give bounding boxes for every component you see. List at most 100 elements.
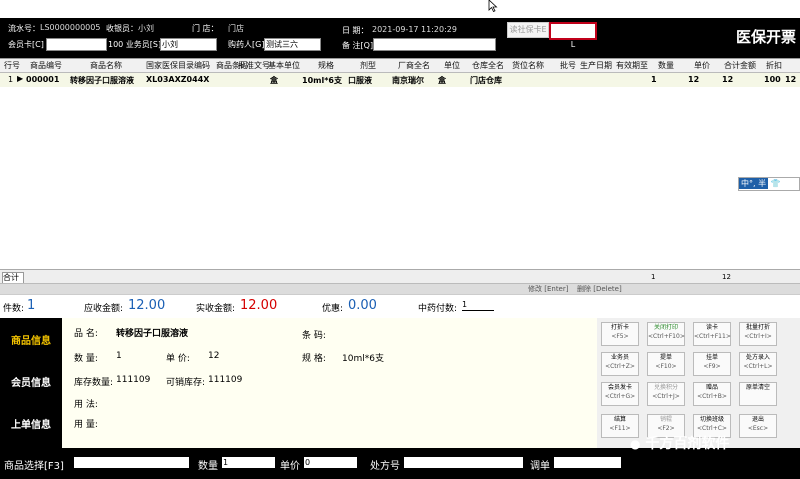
button-key: <F11> [609, 425, 631, 432]
tab-last-order-info[interactable]: 上单信息 [0, 406, 62, 446]
clear-social-card-button[interactable]: 清除社保卡L [549, 22, 597, 49]
col-header: 规格 [318, 61, 334, 70]
side-tabs: 商品信息 会员信息 上单信息 [0, 318, 62, 448]
col-header: 生产日期 [580, 61, 612, 70]
spec-label: 规 格: [302, 354, 326, 364]
button-label: 原单清空 [745, 384, 770, 391]
col-header: 单位 [444, 61, 460, 70]
qty-label: 数 量: [74, 354, 98, 364]
buyer-input[interactable]: 测试三六 [264, 38, 321, 51]
count-value: 1 [27, 298, 36, 313]
read-social-card-button[interactable]: 读社保卡E [507, 22, 549, 38]
totals-bar: 件数: 1 应收金额: 12.00 实收金额: 12.00 优惠: 0.00 中… [0, 294, 800, 319]
qty-input[interactable]: 1 [222, 457, 275, 468]
product-grid[interactable]: 行号 商品编号 商品名称 国家医保目录编码 商品条码 批准文号 基本单位 规格 … [0, 58, 800, 325]
grid-action-bar: 修改 [Enter] 删除 [Delete] [0, 283, 800, 294]
table-row[interactable]: 1 ▶ 000001 转移因子口服溶液 XL03AXZ044X 盒 10ml*6… [0, 73, 800, 87]
col-header: 厂商全名 [398, 61, 430, 70]
col-header: 折扣 [766, 61, 782, 70]
cell-discount: 100 [764, 75, 781, 84]
tab-product-info[interactable]: 商品信息 [0, 322, 62, 362]
button-key: <Ctrl+F10> [648, 333, 685, 340]
store-value: 门店 [228, 24, 244, 33]
cell-maker: 南京瑞尔 [392, 76, 424, 85]
button-label: 处方录入 [745, 354, 770, 361]
col-header: 合计金额 [724, 61, 756, 70]
delete-link[interactable]: 删除 [Delete] [577, 284, 622, 294]
button-key: <Ctrl+G> [604, 393, 636, 400]
read-card-button[interactable]: 读卡 <Ctrl+F11> [693, 322, 731, 346]
price-value: 12 [208, 351, 220, 361]
function-button-panel: 打折卡 <F5> 关闭打印 <Ctrl+F10> 读卡 <Ctrl+F11> 批量打折… [597, 318, 800, 448]
col-header: 货位名称 [512, 61, 544, 70]
col-header: 商品名称 [90, 61, 122, 70]
row-pointer-icon: ▶ [17, 74, 24, 83]
product-select-input[interactable] [74, 457, 189, 468]
button-label: 提单 [659, 354, 672, 361]
herb-input[interactable]: 1 [462, 300, 494, 311]
cell-spec: 10ml*6支 [302, 76, 342, 85]
col-header: 剂型 [360, 61, 376, 70]
button-key: <Ctrl+I> [744, 333, 772, 340]
qty-value: 1 [116, 351, 122, 361]
button-label: 切换班级 [699, 416, 724, 423]
received-value: 12.00 [240, 298, 278, 313]
close-print-button[interactable]: 关闭打印 <Ctrl+F10> [647, 322, 685, 346]
col-header: 商品编号 [30, 61, 62, 70]
header-bar: 流水号： LS0000000005 收银员： 小刘 门 店： 门店 日 期： 2… [0, 18, 800, 58]
product-select-label: 商品选择[F3] [4, 461, 64, 472]
cashier-value: 小刘 [138, 24, 154, 33]
button-key: <F9> [703, 363, 721, 370]
button-label: 挂单 [705, 354, 718, 361]
salesperson-button[interactable]: 业务员 <Ctrl+Z> [601, 352, 639, 376]
discount-card-button[interactable]: 打折卡 <F5> [601, 322, 639, 346]
receivable-label: 应收金额: [84, 304, 124, 314]
stock-label: 库存数量: [74, 378, 114, 388]
modify-link[interactable]: 修改 [Enter] [528, 284, 568, 294]
tab-member-info[interactable]: 会员信息 [0, 364, 62, 404]
cashier-label: 收银员： [106, 24, 138, 33]
gift-button[interactable]: 赠品 <Ctrl+B> [693, 382, 731, 406]
col-header: 单价 [694, 61, 710, 70]
date-label: 日 期： [342, 26, 369, 35]
shirt-icon: 👕 [770, 179, 781, 188]
button-label: 业务员 [610, 354, 629, 361]
member-card-issue-button[interactable]: 会员发卡 <Ctrl+G> [601, 382, 639, 406]
button-label: 销辊 [659, 416, 672, 423]
staff-input[interactable]: 小刘 [160, 38, 217, 51]
hold-order-button[interactable]: 挂单 <F9> [693, 352, 731, 376]
note-input[interactable] [373, 38, 496, 51]
ime-indicator: 中°, 半 👕 [738, 177, 800, 191]
exit-button[interactable]: 退出 <Esc> [739, 414, 777, 438]
prescription-entry-button[interactable]: 处方录入 <Ctrl+L> [739, 352, 777, 376]
watermark-text: 千方百剂软件 [645, 436, 730, 452]
cell-extra: 12 [785, 75, 797, 84]
cell-unit-basic: 盒 [270, 76, 278, 85]
button-key: <F2> [657, 425, 675, 432]
cell-line: 1 [8, 75, 14, 84]
col-header: 行号 [4, 61, 20, 70]
bill-input[interactable] [554, 457, 621, 468]
redeem-points-button[interactable]: 兑换积分 <Ctrl+J> [647, 382, 685, 406]
button-key: <Esc> [747, 425, 769, 432]
member-card-label: 会员卡[C] [8, 40, 44, 49]
col-header: 批准文号 [238, 61, 270, 70]
cell-insurance-code: XL03AXZ044X [146, 75, 210, 84]
batch-discount-button[interactable]: 批量打折 <Ctrl+I> [739, 322, 777, 346]
button-label: 赠品 [705, 384, 718, 391]
clear-order-button[interactable]: 原单清空 [739, 382, 777, 406]
received-label: 实收金额: [196, 304, 236, 314]
member-card-input[interactable] [46, 38, 107, 51]
dosage-label: 用 量: [74, 420, 98, 430]
price-input[interactable]: 0 [304, 457, 357, 468]
qty-input-label: 数量 [198, 461, 218, 472]
top-strip [0, 0, 800, 18]
watermark: ● 千方百剂软件 [630, 433, 729, 453]
fetch-order-button[interactable]: 提单 <F10> [647, 352, 685, 376]
button-label: 批量打折 [745, 324, 770, 331]
rx-input[interactable] [404, 457, 523, 468]
col-header: 基本单位 [268, 61, 300, 70]
button-key: <F10> [655, 363, 677, 370]
page-title: 医保开票 [735, 28, 796, 46]
cell-qty: 1 [651, 75, 657, 84]
